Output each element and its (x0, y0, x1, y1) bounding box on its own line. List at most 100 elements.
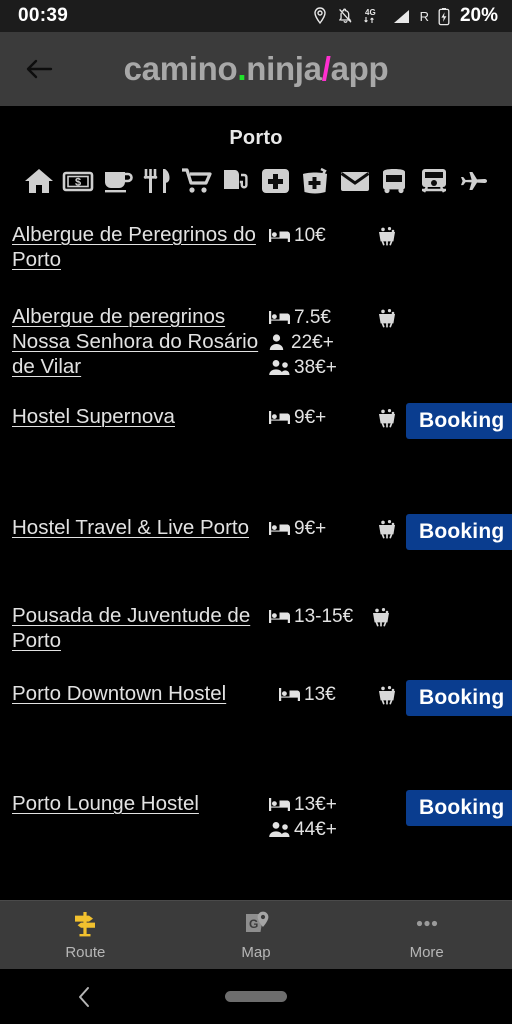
location-pin-icon (312, 7, 328, 25)
svg-text:G: G (249, 917, 258, 931)
booking-cell: Booking (406, 302, 512, 339)
amenity-icon-row: $ (0, 150, 512, 198)
accommodation-list: Albergue de Peregrinos do Porto 10€ Book… (0, 198, 512, 842)
booking-cell: Booking (400, 601, 511, 638)
bed-icon (269, 229, 290, 242)
table-row[interactable]: Porto Lounge Hostel 13€+ 44€+ Booking (0, 789, 512, 842)
price-double: 38€+ (268, 355, 368, 380)
bed-icon (269, 311, 290, 324)
accommodation-name[interactable]: Porto Lounge Hostel (12, 789, 268, 816)
accommodation-name[interactable]: Albergue de peregrinos Nossa Senhora do … (12, 302, 268, 379)
booking-button[interactable]: Booking (406, 403, 512, 439)
accommodation-name[interactable]: Hostel Supernova (12, 402, 268, 429)
accommodation-name[interactable]: Hostel Travel & Live Porto (12, 513, 268, 540)
people-icon (269, 360, 290, 375)
browser-app-bar: camino.ninja/app (0, 32, 512, 106)
price-value: 9€+ (294, 518, 327, 539)
washing-machine-icon (362, 601, 400, 629)
price-group: 9€+ (268, 513, 368, 541)
atm-icon[interactable]: $ (61, 164, 95, 198)
train-icon[interactable] (417, 164, 451, 198)
nav-back-button[interactable] (0, 985, 171, 1009)
price-group: 10€ (268, 220, 368, 248)
price-double: 44€+ (268, 817, 368, 842)
price-value: 38€+ (294, 357, 337, 378)
signal-bars-icon (392, 7, 411, 25)
bus-icon[interactable] (377, 164, 411, 198)
pharmacy-icon[interactable] (259, 164, 293, 198)
price-value: 7.5€ (294, 307, 331, 328)
notifications-off-icon (337, 7, 354, 25)
url-text[interactable]: camino.ninja/app (124, 50, 389, 88)
nav-home-pill (225, 991, 287, 1002)
price-group: 9€+ (268, 402, 368, 430)
price-bed: 9€+ (268, 516, 368, 541)
booking-cell: Booking (406, 679, 512, 716)
accommodation-name[interactable]: Porto Downtown Hostel (12, 679, 278, 706)
table-row[interactable]: Hostel Supernova 9€+ Booking (0, 402, 512, 448)
accommodation-name[interactable]: Pousada de Juventude de Porto (12, 601, 268, 653)
browser-back-button[interactable] (16, 46, 62, 92)
url-mid: ninja (246, 50, 322, 87)
tab-label-route: Route (65, 943, 106, 961)
airplane-icon[interactable] (456, 164, 490, 198)
price-bed: 9€+ (268, 405, 368, 430)
4g-data-icon: 4G (363, 7, 383, 25)
tab-label-more: More (409, 943, 444, 961)
washing-machine-icon (368, 513, 406, 541)
tab-more[interactable]: More (341, 910, 512, 961)
booking-cell: Booking (406, 789, 512, 826)
tab-map[interactable]: G Map (171, 910, 342, 961)
people-icon (269, 822, 290, 837)
price-value: 13€ (304, 684, 336, 705)
washing-machine-icon (368, 679, 406, 707)
google-maps-icon: G (242, 910, 270, 937)
table-row[interactable]: Porto Downtown Hostel 13€ Booking (0, 679, 512, 725)
tab-label-map: Map (241, 943, 271, 961)
table-row[interactable]: Hostel Travel & Live Porto 9€+ Booking (0, 513, 512, 559)
mail-icon[interactable] (338, 164, 372, 198)
bed-icon (269, 798, 290, 811)
price-group: 13-15€ (268, 601, 368, 629)
status-clock: 00:39 (18, 5, 69, 26)
booking-cell: Booking (406, 513, 512, 550)
nav-home-button[interactable] (171, 991, 342, 1002)
bottom-tab-bar: Route G Map More (0, 900, 512, 969)
roaming-indicator: R (419, 8, 429, 24)
table-row[interactable]: Pousada de Juventude de Porto 13-15€ Boo… (0, 601, 512, 653)
person-icon (269, 334, 284, 350)
bed-icon (269, 522, 290, 535)
home-icon[interactable] (22, 164, 56, 198)
accommodation-name[interactable]: Albergue de Peregrinos do Porto (12, 220, 268, 272)
table-row[interactable]: Albergue de Peregrinos do Porto 10€ Book… (0, 220, 512, 272)
svg-text:$: $ (75, 177, 81, 189)
booking-button[interactable]: Booking (406, 790, 512, 826)
price-value: 13€+ (294, 794, 337, 815)
page-content: Porto $ Albergue de Peregrinos do Porto … (0, 106, 512, 900)
price-bed: 10€ (268, 223, 368, 248)
fuel-pump-icon[interactable] (219, 164, 253, 198)
price-value: 9€+ (294, 407, 327, 428)
table-row[interactable]: Albergue de peregrinos Nossa Senhora do … (0, 302, 512, 380)
ellipsis-icon (413, 910, 441, 937)
svg-text:4G: 4G (365, 8, 376, 17)
tab-route[interactable]: Route (0, 910, 171, 961)
signpost-icon (71, 910, 99, 937)
washing-machine-icon (368, 789, 406, 817)
cafe-icon[interactable] (101, 164, 135, 198)
first-aid-icon[interactable] (298, 164, 332, 198)
price-bed: 7.5€ (268, 305, 368, 330)
price-bed: 13€ (278, 682, 368, 707)
booking-button[interactable]: Booking (406, 680, 512, 716)
url-prefix: camino (123, 50, 238, 87)
shopping-cart-icon[interactable] (180, 164, 214, 198)
price-bed: 13€+ (268, 792, 368, 817)
price-single: 22€+ (268, 330, 368, 355)
town-title: Porto (229, 127, 283, 149)
booking-button[interactable]: Booking (406, 514, 512, 550)
price-value: 22€+ (291, 332, 334, 353)
url-slash: / (321, 50, 331, 87)
restaurant-icon[interactable] (140, 164, 174, 198)
price-group: 13€ (278, 679, 368, 707)
phone-screen: 00:39 4G R 20% camino.ninja/app Porto $ … (0, 0, 512, 1024)
